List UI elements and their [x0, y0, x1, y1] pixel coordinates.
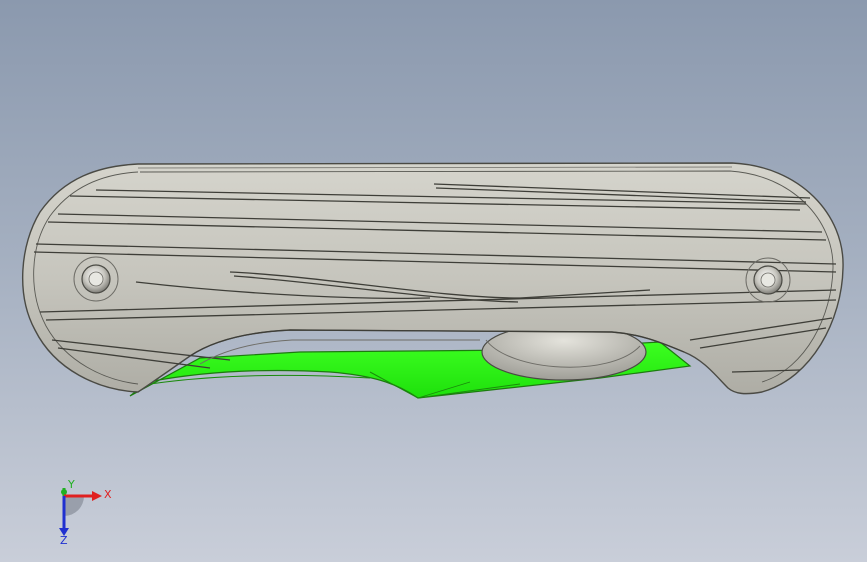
graphics-viewport[interactable]: X Z Y [0, 0, 867, 562]
z-axis-label: Z [60, 534, 68, 547]
x-axis-label: X [104, 488, 112, 501]
model-view[interactable] [0, 0, 867, 562]
orientation-triad: X Z Y [59, 478, 112, 547]
y-axis-label: Y [67, 478, 75, 491]
